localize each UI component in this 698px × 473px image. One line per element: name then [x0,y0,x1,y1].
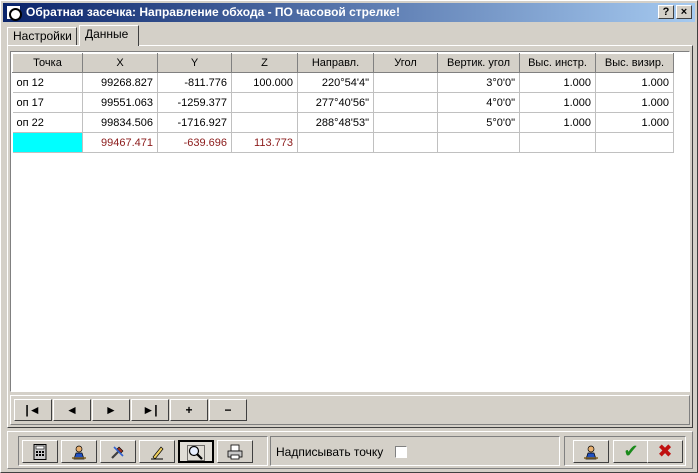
surveyor-action-button[interactable] [573,440,609,463]
checkmark-icon: ✔ [623,441,639,461]
record-navigator: |◄ ◄ ► ►| + − [10,395,690,425]
col-header-instrument-height[interactable]: Выс. инстр. [519,53,596,73]
cell-y[interactable]: -811.776 [157,72,232,93]
title-bar[interactable]: Обратная засечка: Направление обхода - П… [3,3,695,22]
surveyor-icon [584,445,598,460]
add-record-button[interactable]: + [170,399,208,421]
col-header-point[interactable]: Точка [12,53,83,73]
zoom-button[interactable] [178,440,214,463]
cell-angle[interactable] [373,72,438,93]
cell-z[interactable]: 100.000 [231,72,298,93]
calculator-button[interactable] [22,440,58,463]
first-record-button[interactable]: |◄ [14,399,52,421]
data-grid[interactable]: Точка X Y Z Направл. Угол Вертик. угол В… [10,51,690,392]
cell-x[interactable]: 99551.063 [82,92,158,113]
table-row[interactable]: оп 17 99551.063 -1259.377 277°40'56" 4°0… [12,92,674,113]
cell-z[interactable] [231,92,298,113]
cell-instrument-height[interactable] [519,132,596,153]
cancel-button[interactable]: ✖ [647,440,683,463]
next-record-button[interactable]: ► [92,399,130,421]
main-window: Обратная засечка: Направление обхода - П… [0,0,698,473]
delete-record-button[interactable]: − [209,399,247,421]
window-title: Обратная засечка: Направление обхода - П… [26,5,400,19]
action-buttons: ✔ ✖ [564,436,686,466]
col-header-z[interactable]: Z [231,53,298,73]
label-point-checkbox[interactable] [395,446,407,458]
result-row[interactable]: 99467.471 -639.696 113.773 [12,132,674,153]
close-button[interactable]: × [676,5,692,19]
col-header-direction[interactable]: Направл. [297,53,374,73]
cell-point[interactable]: оп 22 [12,112,83,133]
cell-direction[interactable] [297,132,374,153]
cell-point[interactable] [12,132,83,153]
col-header-target-height[interactable]: Выс. визир. [595,53,674,73]
cell-x[interactable]: 99467.471 [82,132,158,153]
help-button[interactable]: ? [658,5,674,19]
cell-y[interactable]: -1259.377 [157,92,232,113]
cell-z[interactable]: 113.773 [231,132,298,153]
calculator-icon [33,444,47,461]
tab-data[interactable]: Данные [79,25,139,46]
table-row[interactable]: оп 22 99834.506 -1716.927 288°48'53" 5°0… [12,112,674,133]
pencil-icon [151,446,164,460]
tool-buttons [18,436,268,466]
last-record-button[interactable]: ►| [131,399,169,421]
cell-instrument-height[interactable]: 1.000 [519,112,596,133]
cell-angle[interactable] [373,112,438,133]
tools-icon [111,446,124,460]
cell-point[interactable]: оп 12 [12,72,83,93]
cell-target-height[interactable]: 1.000 [595,72,674,93]
cell-x[interactable]: 99834.506 [82,112,158,133]
label-point-text: Надписывать точку [276,445,384,459]
print-button[interactable] [217,440,253,463]
col-header-vertical-angle[interactable]: Вертик. угол [437,53,520,73]
tab-settings[interactable]: Настройки [7,27,77,46]
data-table: Точка X Y Z Направл. Угол Вертик. угол В… [12,53,674,153]
bottom-toolbar: Надписывать точку ✔ ✖ [7,431,693,469]
edit-button[interactable] [139,440,175,463]
ok-button[interactable]: ✔ [613,440,649,463]
cell-direction[interactable]: 277°40'56" [297,92,374,113]
cell-direction[interactable]: 220°54'4" [297,72,374,93]
cell-vertical-angle[interactable]: 5°0'0" [437,112,520,133]
cell-z[interactable] [231,112,298,133]
cell-target-height[interactable]: 1.000 [595,112,674,133]
cell-direction[interactable]: 288°48'53" [297,112,374,133]
cell-y[interactable]: -1716.927 [157,112,232,133]
cell-x[interactable]: 99268.827 [82,72,158,93]
cell-point[interactable]: оп 17 [12,92,83,113]
cell-vertical-angle[interactable]: 3°0'0" [437,72,520,93]
tools-button[interactable] [100,440,136,463]
cross-icon: ✖ [657,441,673,461]
cell-target-height[interactable] [595,132,674,153]
cell-instrument-height[interactable]: 1.000 [519,92,596,113]
app-icon [6,5,22,21]
cell-instrument-height[interactable]: 1.000 [519,72,596,93]
cell-vertical-angle[interactable]: 4°0'0" [437,92,520,113]
label-point-group: Надписывать точку [270,436,560,466]
col-header-angle[interactable]: Угол [373,53,438,73]
cell-angle[interactable] [373,92,438,113]
col-header-x[interactable]: X [82,53,158,73]
prev-record-button[interactable]: ◄ [53,399,91,421]
col-header-y[interactable]: Y [157,53,232,73]
cell-y[interactable]: -639.696 [157,132,232,153]
cell-vertical-angle[interactable] [437,132,520,153]
zoom-icon [187,445,205,462]
table-row[interactable]: оп 12 99268.827 -811.776 100.000 220°54'… [12,72,674,93]
surveyor-icon [72,445,86,460]
printer-icon [227,444,243,460]
header-row: Точка X Y Z Направл. Угол Вертик. угол В… [12,53,674,73]
cell-angle[interactable] [373,132,438,153]
surveyor-button[interactable] [61,440,97,463]
cell-target-height[interactable]: 1.000 [595,92,674,113]
